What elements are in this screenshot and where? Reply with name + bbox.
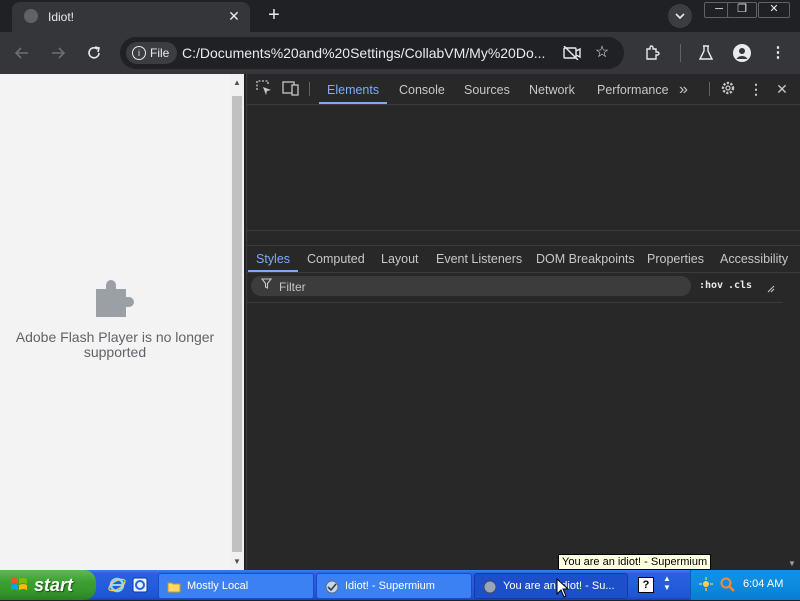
tab-title: Idiot! bbox=[48, 10, 75, 24]
taskbar-button-mostly-local[interactable]: Mostly Local bbox=[158, 573, 314, 599]
page-scrollbar[interactable]: ▲ ▼ bbox=[230, 74, 244, 570]
pane-splitter[interactable] bbox=[247, 230, 800, 246]
tab-computed[interactable]: Computed bbox=[307, 246, 365, 272]
styles-filter-input[interactable]: Filter bbox=[251, 276, 691, 296]
tab-event-listeners[interactable]: Event Listeners bbox=[436, 246, 522, 272]
more-tabs-icon[interactable]: » bbox=[679, 74, 688, 104]
globe-icon bbox=[24, 9, 38, 23]
mouse-cursor-icon bbox=[556, 577, 570, 598]
devtools-menu-icon[interactable]: ⋮ bbox=[747, 80, 765, 98]
tab-elements[interactable]: Elements bbox=[319, 74, 388, 104]
start-button[interactable]: start bbox=[0, 570, 96, 600]
filter-placeholder: Filter bbox=[279, 280, 306, 294]
internet-explorer-icon[interactable] bbox=[108, 576, 126, 594]
devtools-panel: Elements Console Sources Network Perform… bbox=[246, 74, 800, 571]
close-devtools-icon[interactable]: ✕ bbox=[773, 80, 791, 98]
site-chip-label: File bbox=[150, 46, 170, 60]
elements-tree-pane[interactable] bbox=[247, 105, 800, 230]
quick-launch-icon[interactable] bbox=[131, 576, 149, 594]
scroll-thumb[interactable] bbox=[232, 96, 242, 552]
flash-unsupported-message: Adobe Flash Player is no longer supporte… bbox=[15, 329, 215, 360]
page-viewport bbox=[0, 74, 230, 570]
folder-icon bbox=[167, 579, 181, 593]
close-tab-icon[interactable]: ✕ bbox=[226, 8, 242, 24]
labs-flask-icon[interactable] bbox=[694, 41, 718, 65]
windows-taskbar: start Mostly Local Idiot! - Supermium Yo… bbox=[0, 570, 800, 600]
inspect-element-icon[interactable] bbox=[255, 80, 273, 98]
class-toggle[interactable]: .cls bbox=[728, 280, 752, 291]
tab-performance[interactable]: Performance bbox=[597, 74, 669, 104]
tab-styles[interactable]: Styles bbox=[248, 246, 299, 272]
scroll-down-arrow-icon[interactable]: ▼ bbox=[233, 557, 241, 566]
star-icon[interactable]: ☆ bbox=[590, 41, 614, 65]
reload-icon[interactable] bbox=[82, 41, 106, 65]
styles-scrollbar[interactable]: ▼ bbox=[785, 302, 799, 570]
tab-dom-breakpoints[interactable]: DOM Breakpoints bbox=[536, 246, 635, 272]
taskbar-tooltip: You are an idiot! - Supermium bbox=[558, 554, 712, 570]
tab-strip: Idiot! ✕ + ─ ❐ ✕ bbox=[0, 0, 800, 32]
scroll-down-arrow-icon[interactable]: ▼ bbox=[788, 559, 796, 568]
toolbar-divider bbox=[309, 82, 310, 96]
taskbar-clock[interactable]: 6:04 AM bbox=[743, 578, 783, 590]
profile-icon[interactable] bbox=[730, 41, 754, 65]
tab-search-button[interactable] bbox=[668, 4, 692, 28]
tab-properties[interactable]: Properties bbox=[647, 246, 704, 272]
settings-gear-icon[interactable] bbox=[719, 80, 737, 98]
toolbar-divider bbox=[680, 44, 681, 62]
taskbar-button-idiot[interactable]: Idiot! - Supermium bbox=[316, 573, 472, 599]
windows-flag-icon bbox=[10, 577, 28, 593]
restore-button[interactable]: ❐ bbox=[727, 2, 757, 18]
search-tray-icon[interactable] bbox=[719, 576, 735, 592]
taskbar-button-you-are-an-idiot[interactable]: You are an idiot! - Su... bbox=[474, 573, 628, 599]
info-icon: i bbox=[132, 46, 146, 60]
sidebar-tabs: Styles Computed Layout Event Listeners D… bbox=[247, 246, 800, 273]
system-tray: 6:04 AM bbox=[690, 570, 800, 600]
forward-arrow-icon[interactable] bbox=[46, 41, 70, 65]
tab-accessibility[interactable]: Accessibility bbox=[720, 246, 788, 272]
browser-tab[interactable]: Idiot! ✕ bbox=[12, 2, 250, 32]
help-icon[interactable]: ? bbox=[638, 577, 654, 593]
network-tray-icon[interactable] bbox=[699, 577, 713, 591]
back-arrow-icon[interactable] bbox=[10, 41, 34, 65]
devtools-main-toolbar: Elements Console Sources Network Perform… bbox=[247, 74, 800, 105]
extensions-icon[interactable] bbox=[640, 41, 664, 65]
task-label: Mostly Local bbox=[187, 580, 249, 592]
browser-toolbar: i File C:/Documents%20and%20Settings/Col… bbox=[0, 32, 800, 74]
scroll-up-arrow-icon[interactable]: ▲ bbox=[233, 78, 241, 87]
more-vert-icon[interactable]: ⋮ bbox=[766, 41, 790, 65]
supermium-icon bbox=[483, 579, 497, 594]
tab-console[interactable]: Console bbox=[399, 74, 445, 104]
url-text[interactable]: C:/Documents%20and%20Settings/CollabVM/M… bbox=[182, 45, 545, 61]
device-toggle-icon[interactable] bbox=[282, 80, 300, 98]
chevron-down-icon bbox=[675, 13, 685, 20]
tab-sources[interactable]: Sources bbox=[464, 74, 510, 104]
corner-resize-icon[interactable] bbox=[767, 282, 775, 293]
taskbar-scroll-arrows-icon[interactable]: ▲ ▼ bbox=[660, 574, 674, 596]
tab-network[interactable]: Network bbox=[529, 74, 575, 104]
site-info-chip[interactable]: i File bbox=[126, 42, 178, 64]
new-tab-button[interactable]: + bbox=[262, 4, 286, 28]
styles-pane[interactable] bbox=[247, 302, 783, 571]
supermium-icon bbox=[325, 579, 339, 594]
address-bar[interactable]: i File C:/Documents%20and%20Settings/Col… bbox=[120, 37, 624, 69]
plugin-puzzle-icon bbox=[92, 275, 136, 319]
start-label: start bbox=[34, 575, 74, 595]
task-label: Idiot! - Supermium bbox=[345, 580, 435, 592]
hover-state-toggle[interactable]: :hov bbox=[699, 280, 723, 291]
camera-blocked-icon[interactable] bbox=[560, 41, 584, 65]
toolbar-divider bbox=[709, 82, 710, 96]
close-window-button[interactable]: ✕ bbox=[758, 2, 790, 18]
filter-funnel-icon bbox=[260, 278, 273, 292]
tab-layout[interactable]: Layout bbox=[381, 246, 419, 272]
